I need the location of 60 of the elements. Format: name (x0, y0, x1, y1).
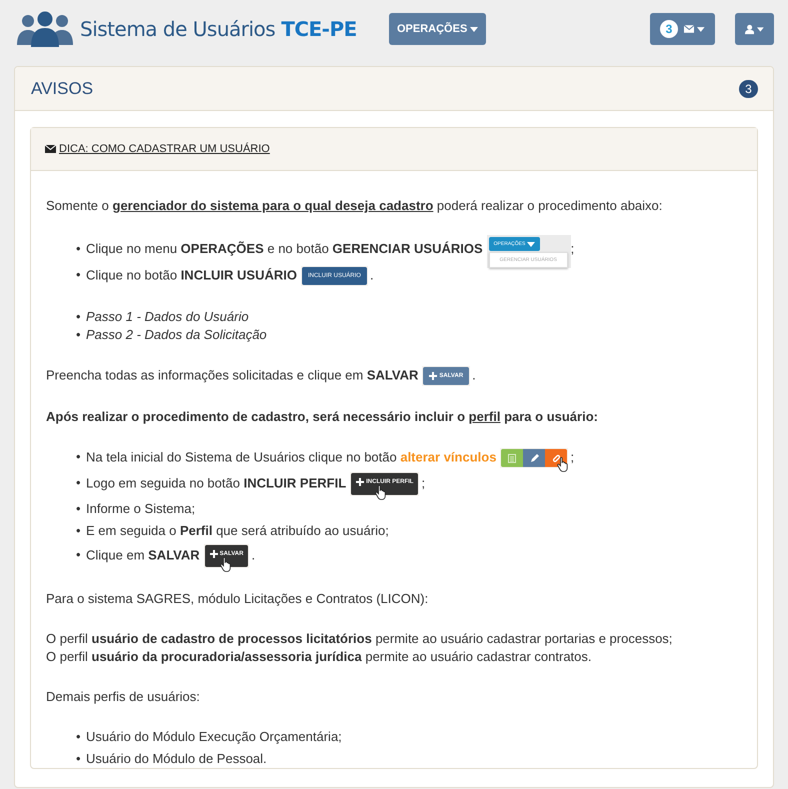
plus-icon (429, 372, 438, 380)
bullet: • (76, 500, 82, 518)
bullet: • (76, 326, 82, 344)
user-menu-button[interactable] (735, 13, 774, 45)
pencil-icon (530, 454, 539, 462)
panel-title: AVISOS (31, 78, 94, 98)
bullet: • (76, 240, 82, 258)
operations-menu-button[interactable]: OPERAÇÕES (389, 13, 486, 45)
count-badge: 3 (739, 80, 758, 98)
instruction-text: Clique no botão INCLUIR USUÁRIO (86, 267, 297, 282)
instruction-text: Clique no menu OPERAÇÕES e no botão GERENCIAR USUÁRIOS (86, 240, 483, 256)
instruction-text: Clique em SALVAR (86, 547, 200, 562)
list-icon (508, 454, 516, 462)
notice-title[interactable]: DICA: COMO CADASTRAR UM USUÁRIO (59, 143, 270, 155)
app-subtitle: TCE-PE (281, 17, 357, 41)
plus-icon (210, 550, 218, 558)
bullet: • (76, 266, 82, 284)
envelope-icon (684, 25, 694, 33)
instruction-text: Passo 2 - Dados da Solicitação (86, 327, 267, 342)
punctuation: . (370, 267, 374, 282)
bullet: • (76, 308, 82, 326)
punctuation: ; (570, 240, 574, 256)
instruction-text: Usuário do Módulo de Pessoal. (86, 751, 267, 766)
instruction-text: Na tela inicial do Sistema de Usuários clique no botão alterar vínculos (86, 449, 496, 464)
link-icon (552, 454, 561, 462)
bullet: • (76, 728, 82, 746)
user-icon (745, 24, 754, 34)
envelope-icon (45, 145, 56, 153)
paragraph: Demais perfis de usuários: (46, 688, 201, 706)
punctuation: . (251, 547, 256, 562)
punctuation: . (472, 367, 476, 382)
punctuation: ; (570, 449, 574, 464)
paragraph: Após realizar o procedimento de cadastro, será necessário incluir o perfil para o usuário: (46, 408, 599, 426)
caret-icon (527, 242, 536, 246)
instruction-text: Usuário do Módulo Execução Orçamentária; (86, 729, 342, 744)
instruction-text: Passo 1 - Dados do Usuário (86, 309, 249, 324)
paragraph: O perfil usuário de cadastro de processos licitatórios permite ao usuário cadastrar portarias e processos; (46, 630, 674, 648)
hand-cursor-icon (220, 557, 232, 572)
instruction-text: Informe o Sistema; (86, 501, 196, 516)
bullet: • (76, 448, 82, 466)
instruction-text: E em seguida o Perfil que será atribuído ao usuário; (86, 523, 389, 538)
caret-icon (470, 26, 478, 32)
punctuation: ; (421, 475, 426, 490)
paragraph: Somente o gerenciador do sistema para o qual deseja cadastro poderá realizar o procedimento abaixo: (46, 197, 664, 215)
bullet: • (76, 546, 82, 564)
caret-icon (697, 26, 705, 32)
instruction-text: Preencha todas as informações solicitadas e clique em SALVAR (46, 367, 418, 382)
bullet: • (76, 474, 82, 492)
plus-icon (356, 478, 364, 486)
bullet: • (76, 750, 82, 768)
users-logo-icon (16, 11, 74, 47)
app-title: Sistema de Usuários (80, 17, 276, 41)
hand-cursor-icon (375, 485, 388, 500)
caret-icon (757, 26, 764, 32)
messages-button[interactable]: 3 (650, 13, 715, 45)
hand-cursor-icon (557, 457, 570, 472)
paragraph: Para o sistema SAGRES, módulo Licitações e Contratos (LICON): (46, 590, 430, 608)
paragraph: O perfil usuário da procuradoria/assessoria jurídica permite ao usuário cadastrar contratos. (46, 648, 593, 666)
instruction-text: Logo em seguida no botão INCLUIR PERFIL (86, 475, 346, 490)
bullet: • (76, 522, 82, 540)
